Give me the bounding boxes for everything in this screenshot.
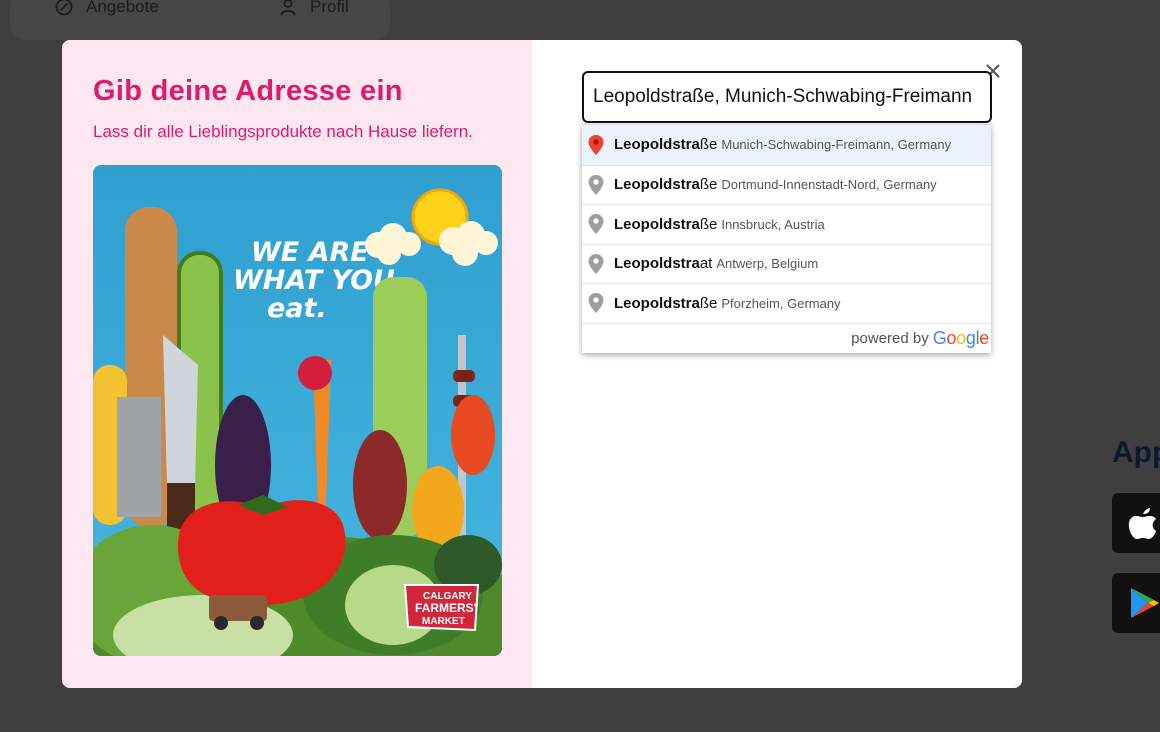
modal-title: Gib deine Adresse ein — [93, 75, 403, 107]
suggestion-match: Leopoldstra — [614, 294, 700, 312]
google-logo: Google — [932, 327, 990, 348]
address-panel: Leopoldstraße Munich-Schwabing-Freimann,… — [532, 40, 1022, 688]
powered-by-label: powered by — [851, 329, 929, 347]
address-search-box[interactable] — [582, 71, 992, 123]
apple-icon — [1128, 508, 1156, 539]
offers-icon — [55, 0, 73, 16]
suggestion-secondary: Innsbruck, Austria — [721, 216, 825, 232]
calgary-farmers-market-logo: CALGARY FARMERS' MARKET — [403, 584, 480, 632]
background-nav: Angebote Profil — [10, 0, 390, 40]
play-store-button[interactable] — [1112, 573, 1160, 633]
nav-profile-label: Profil — [310, 0, 349, 16]
suggestion-item[interactable]: Leopoldstraße Pforzheim, Germany — [582, 283, 991, 323]
suggestion-match: Leopoldstra — [614, 176, 700, 194]
poster-headline-1: WE ARE — [251, 237, 369, 268]
promo-poster: WE ARE WHAT YOU eat. CALGARY FARMERS' MA… — [93, 165, 502, 656]
brand-line-2: FARMERS' — [415, 601, 477, 615]
powered-by-google: powered by Google — [582, 322, 991, 353]
suggestion-secondary: Pforzheim, Germany — [721, 295, 841, 311]
address-suggestions: Leopoldstraße Munich-Schwabing-Freimann,… — [582, 124, 991, 353]
suggestion-item[interactable]: Leopoldstraat Antwerp, Belgium — [582, 243, 991, 284]
suggestion-secondary: Antwerp, Belgium — [716, 256, 819, 272]
map-pin-icon — [588, 214, 604, 235]
brand-line-3: MARKET — [422, 616, 465, 627]
nav-offers-label: Angebote — [86, 0, 159, 16]
address-modal: Gib deine Adresse ein Lass dir alle Lieb… — [62, 40, 1022, 688]
poster-headline-2: WHAT YOU — [233, 265, 395, 296]
map-pin-icon — [588, 253, 604, 274]
nav-item-profile[interactable]: Profil — [278, 0, 349, 17]
promo-panel: Gib deine Adresse ein Lass dir alle Lieb… — [62, 40, 532, 688]
modal-subtitle: Lass dir alle Lieblingsprodukte nach Hau… — [93, 122, 473, 141]
address-input[interactable] — [593, 86, 981, 108]
poster-headline-3: eat. — [267, 293, 327, 324]
suggestion-secondary: Munich-Schwabing-Freimann, Germany — [721, 137, 952, 153]
suggestion-item[interactable]: Leopoldstraße Munich-Schwabing-Freimann,… — [582, 125, 991, 165]
google-play-icon — [1131, 588, 1159, 618]
suggestion-rest: ße — [699, 136, 718, 154]
suggestion-secondary: Dortmund-Innenstadt-Nord, Germany — [721, 177, 937, 193]
map-pin-icon — [588, 293, 604, 314]
map-pin-icon — [588, 174, 604, 195]
suggestion-match: Leopoldstra — [614, 215, 700, 233]
app-store-button[interactable] — [1112, 493, 1160, 553]
suggestion-match: Leopoldstra — [614, 255, 700, 273]
map-pin-icon — [588, 134, 604, 155]
suggestion-rest: ße — [699, 176, 718, 194]
app-section-title: App — [1112, 436, 1160, 469]
suggestion-match: Leopoldstra — [614, 136, 700, 154]
suggestion-rest: ße — [699, 294, 718, 312]
suggestion-rest: at — [699, 255, 713, 273]
user-icon — [280, 0, 296, 16]
suggestion-rest: ße — [699, 215, 718, 233]
nav-item-offers[interactable]: Angebote — [54, 0, 159, 17]
suggestion-item[interactable]: Leopoldstraße Dortmund-Innenstadt-Nord, … — [582, 164, 991, 205]
suggestion-item[interactable]: Leopoldstraße Innsbruck, Austria — [582, 204, 991, 244]
